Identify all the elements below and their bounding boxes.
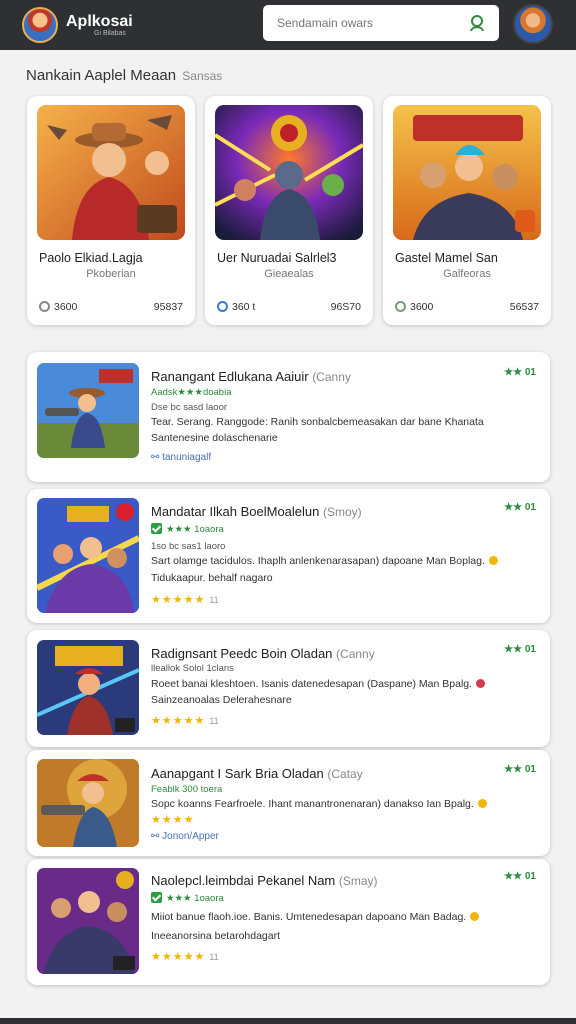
featured-left-stat: 360 t bbox=[232, 301, 256, 313]
brand-logo-icon bbox=[22, 7, 58, 43]
review-count: 11 bbox=[209, 952, 219, 962]
star-rating: ★★★★ bbox=[151, 814, 195, 826]
item-title: Naolepcl.leimbdai Pekanel Nam bbox=[151, 873, 336, 888]
brand-tagline: Gi Bilabas bbox=[94, 29, 126, 37]
item-description: Miiot banue flaoh.ioe. Banis. Umtenedesa… bbox=[151, 911, 467, 923]
list-item[interactable]: Aanapgant I Sark Bria Oladan (Catay ★★ 0… bbox=[27, 750, 550, 856]
item-score: ★★ 01 bbox=[504, 644, 536, 655]
featured-left-stat: 3600 bbox=[410, 301, 434, 313]
emoji-icon bbox=[470, 912, 480, 921]
game-thumb-legion bbox=[37, 868, 139, 974]
link-icon: ⚯ bbox=[151, 452, 163, 463]
item-title: Radignsant Peedc Boin Oladan bbox=[151, 646, 333, 661]
verified-icon bbox=[151, 523, 162, 534]
item-rating-line: Feablk 300 toera bbox=[151, 784, 223, 795]
item-title: Ranangant Edlukana Aaiuir bbox=[151, 369, 309, 384]
item-score: ★★ 01 bbox=[504, 367, 536, 378]
item-description-2: Ineeanorsina betarohdagart bbox=[151, 930, 281, 942]
item-description: Tear. Serang. Ranggode: Ranih sonbalcbem… bbox=[151, 416, 484, 428]
emoji-icon bbox=[476, 679, 486, 688]
featured-right-stat: 56537 bbox=[509, 301, 539, 313]
list-item[interactable]: Radignsant Peedc Boin Oladan (Canny ★★ 0… bbox=[27, 630, 550, 747]
featured-right-stat: 96S70 bbox=[330, 301, 361, 313]
item-score: ★★ 01 bbox=[504, 502, 536, 513]
list-item[interactable]: Ranangant Edlukana Aaiuir (Canny ★★ 01 A… bbox=[27, 352, 550, 482]
list-item[interactable]: Naolepcl.leimbdai Pekanel Nam (Smay) ★★ … bbox=[27, 859, 550, 985]
star-rating: ★★★★★ bbox=[151, 951, 206, 963]
item-rating-line: lleallok Solol 1clans bbox=[151, 663, 234, 674]
item-description: Sart olamge tacidulos. Ihaplh anlenkenar… bbox=[151, 555, 485, 567]
item-title: Mandatar Ilkah BoelMoalelun bbox=[151, 504, 320, 519]
user-avatar[interactable] bbox=[513, 4, 553, 44]
item-score: ★★ 01 bbox=[504, 764, 536, 775]
game-art-cowboy bbox=[37, 105, 185, 240]
item-developer: (Smay) bbox=[338, 874, 378, 888]
featured-subtitle: Galfeoras bbox=[443, 268, 491, 280]
brand-name: Aplkosai bbox=[66, 12, 133, 30]
featured-title: Uer Nuruadai Salrlel3 bbox=[217, 251, 337, 265]
download-icon bbox=[39, 301, 50, 312]
item-meta: Dse bc sasd laoor bbox=[151, 402, 228, 413]
item-score: ★★ 01 bbox=[504, 871, 536, 882]
featured-right-stat: 95837 bbox=[153, 301, 183, 313]
featured-games: Paolo Elkiad.Lagja Pkoberian 3600 95837 … bbox=[27, 96, 551, 326]
bottom-bar bbox=[0, 1018, 576, 1024]
featured-card[interactable]: Paolo Elkiad.Lagja Pkoberian 3600 95837 bbox=[27, 96, 195, 325]
item-rating-line: Aadsk★★★doabia bbox=[151, 387, 232, 398]
item-title: Aanapgant I Sark Bria Oladan bbox=[151, 766, 324, 781]
item-developer: (Canny bbox=[336, 647, 375, 661]
item-description-2: Sainzeanoalas Delerahesnare bbox=[151, 694, 292, 706]
game-thumb-warrior bbox=[37, 640, 139, 735]
section-subtitle: Sansas bbox=[182, 69, 223, 83]
game-art-battle bbox=[215, 105, 363, 240]
search-bar bbox=[263, 5, 499, 41]
list-item[interactable]: Mandatar Ilkah BoelMoalelun (Smoy) ★★ 01… bbox=[27, 489, 550, 623]
item-description-2: Tidukaapur. behalf nagaro bbox=[151, 572, 273, 584]
star-rating: ★★★★★ bbox=[151, 715, 206, 727]
item-developer: (Smoy) bbox=[323, 505, 362, 519]
verified-icon bbox=[151, 892, 162, 903]
download-icon bbox=[395, 301, 406, 312]
review-count: 11 bbox=[209, 716, 219, 726]
item-meta: 1so bc sas1 laoro bbox=[151, 541, 226, 552]
game-art-squad bbox=[393, 105, 541, 240]
star-rating: ★★★★★ bbox=[151, 594, 206, 606]
brand[interactable]: Aplkosai Gi Bilabas bbox=[22, 7, 133, 43]
featured-card[interactable]: Uer Nuruadai Salrlel3 Gieaealas 360 t 96… bbox=[205, 96, 373, 325]
item-tag: tanuniagalf bbox=[162, 452, 212, 463]
featured-subtitle: Pkoberian bbox=[86, 268, 136, 280]
review-count: 11 bbox=[209, 595, 219, 605]
featured-subtitle: Gieaealas bbox=[264, 268, 314, 280]
item-description-2: Santenesine dolaschenarie bbox=[151, 432, 278, 444]
featured-left-stat: 3600 bbox=[54, 301, 78, 313]
top-bar: Aplkosai Gi Bilabas bbox=[0, 0, 576, 50]
download-icon bbox=[217, 301, 228, 312]
item-description: Sopc koanns Fearfroele. Ihant manantrone… bbox=[151, 798, 474, 810]
search-icon[interactable] bbox=[467, 13, 487, 33]
item-description: Roeet banai kleshtoen. Isanis datenedesa… bbox=[151, 678, 473, 690]
game-thumb-army bbox=[37, 498, 139, 613]
featured-title: Gastel Mamel San bbox=[395, 251, 498, 265]
game-thumb-cowboy bbox=[37, 363, 139, 458]
search-input[interactable] bbox=[277, 16, 457, 30]
emoji-icon bbox=[477, 799, 487, 808]
item-developer: (Catay bbox=[327, 767, 363, 781]
item-tag: Jonon/Apper bbox=[162, 831, 219, 842]
featured-card[interactable]: Gastel Mamel San Galfeoras 3600 56537 bbox=[383, 96, 551, 325]
emoji-icon bbox=[488, 556, 498, 565]
featured-title: Paolo Elkiad.Lagja bbox=[39, 251, 143, 265]
link-icon: ⚯ bbox=[151, 831, 163, 842]
item-developer: (Canny bbox=[312, 370, 351, 384]
section-title: Nankain Aaplel Meaan Sansas bbox=[26, 67, 223, 84]
item-rating-line: ★★★ 1oaora bbox=[166, 524, 224, 535]
game-thumb-gunner bbox=[37, 759, 139, 847]
item-rating-line: ★★★ 1oaora bbox=[166, 893, 224, 904]
